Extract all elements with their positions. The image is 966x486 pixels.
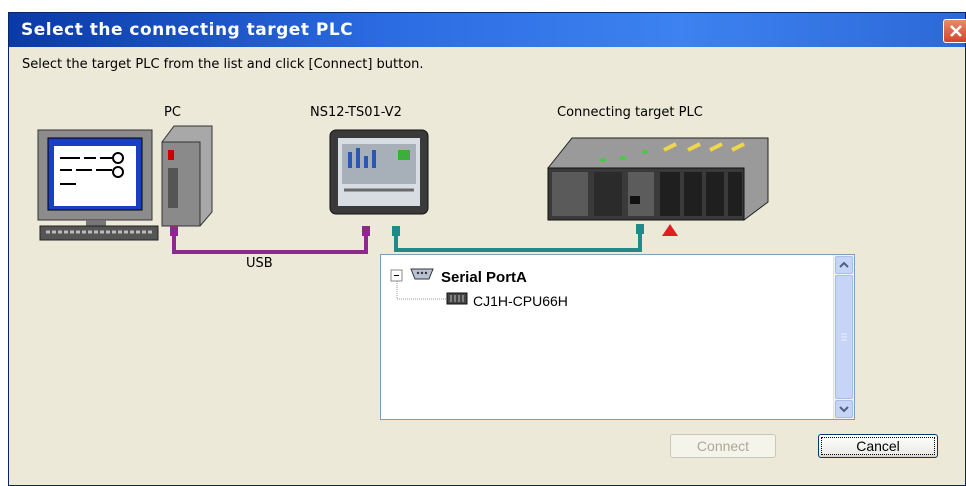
tree-node-plc[interactable]: CJ1H-CPU66H: [473, 293, 568, 309]
connect-button[interactable]: Connect: [670, 434, 776, 458]
target-marker-icon: [662, 224, 678, 236]
vertical-scrollbar[interactable]: [833, 255, 854, 419]
grip-icon: [841, 333, 847, 341]
serial-connection-line: [392, 224, 644, 252]
chevron-up-icon: [839, 261, 849, 268]
plc-rack-icon: [547, 137, 769, 221]
terminal-icon: [329, 129, 429, 215]
chevron-down-icon: [839, 406, 849, 413]
cancel-button[interactable]: Cancel: [818, 434, 938, 458]
scroll-up-button[interactable]: [835, 256, 853, 274]
tree-node-serial-port[interactable]: Serial PortA: [441, 269, 527, 286]
pc-tower-icon: [161, 125, 213, 227]
scroll-thumb[interactable]: [835, 275, 853, 399]
scroll-down-button[interactable]: [835, 400, 853, 418]
serial-port-icon: [410, 268, 434, 280]
plc-unit-icon: [446, 292, 468, 305]
usb-connection-line: [170, 226, 370, 254]
pc-monitor-icon: [37, 129, 159, 241]
cancel-button-label: Cancel: [821, 437, 935, 455]
plc-tree-view[interactable]: Serial PortA CJ1H-CPU66H: [380, 254, 855, 420]
